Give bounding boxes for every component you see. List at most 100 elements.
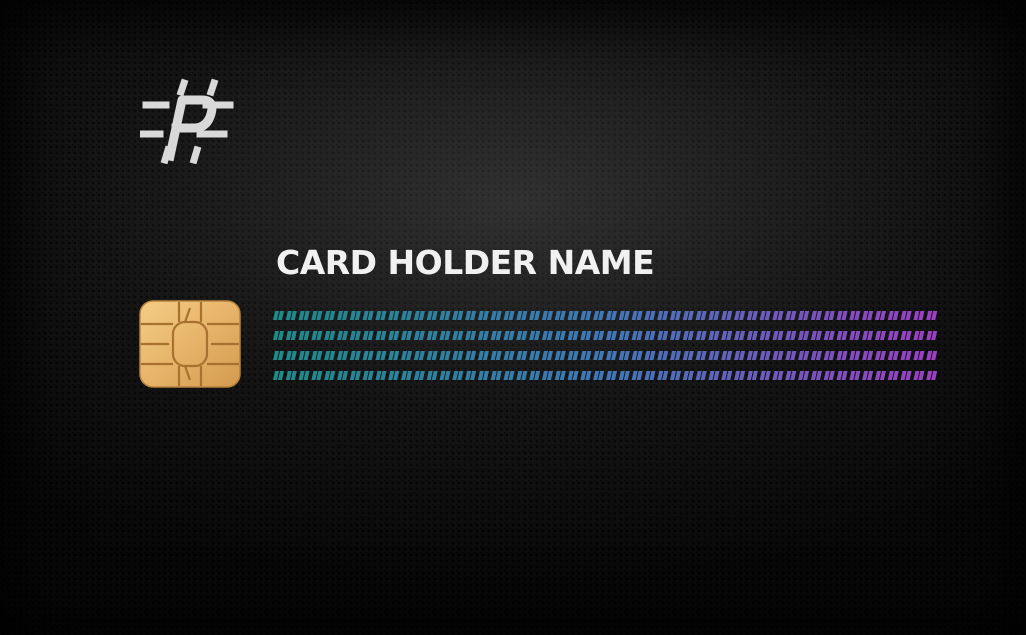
pattern-dot — [772, 351, 784, 360]
pattern-dot — [490, 371, 502, 380]
pattern-dot — [849, 331, 861, 340]
pattern-dot — [631, 371, 643, 380]
pattern-dot — [349, 311, 361, 320]
pattern-dot — [836, 371, 848, 380]
pattern-dot — [657, 331, 669, 340]
pattern-dot — [708, 351, 720, 360]
pattern-dot — [311, 351, 323, 360]
pattern-dot — [823, 351, 835, 360]
pattern-dot — [708, 371, 720, 380]
pattern-dot — [580, 311, 592, 320]
pattern-dot — [734, 351, 746, 360]
pattern-dot — [631, 331, 643, 340]
pattern-dot — [452, 351, 464, 360]
pattern-dot — [567, 311, 579, 320]
pattern-dot — [810, 331, 822, 340]
pattern-dot — [862, 371, 874, 380]
pattern-dot — [721, 331, 733, 340]
pattern-dot — [606, 351, 617, 360]
pattern-dot — [721, 371, 733, 380]
pattern-dot — [324, 331, 336, 340]
pattern-dot — [349, 331, 361, 340]
pattern-dot — [541, 311, 553, 320]
pattern-dot — [849, 351, 861, 360]
emv-chip-icon — [139, 300, 241, 388]
pattern-dot — [606, 311, 617, 320]
pattern-dot — [401, 351, 413, 360]
pattern-dot — [836, 311, 848, 320]
pattern-dot — [580, 351, 592, 360]
pattern-dot — [554, 331, 566, 340]
pattern-dot — [785, 371, 797, 380]
pattern-dot — [810, 351, 822, 360]
pattern-dot — [439, 351, 451, 360]
pattern-dot — [798, 311, 810, 320]
pattern-dot — [285, 311, 297, 320]
pattern-dot — [593, 371, 605, 380]
pattern-dot — [708, 331, 720, 340]
pattern-dot — [862, 331, 874, 340]
pattern-dot — [362, 311, 374, 320]
pattern-dot — [388, 351, 400, 360]
pattern-dot — [734, 371, 746, 380]
pattern-dot — [541, 351, 553, 360]
pattern-dot — [810, 311, 822, 320]
pattern-dot — [849, 311, 861, 320]
pattern-dot — [644, 371, 656, 380]
pattern-dot — [490, 311, 502, 320]
credit-card: CARD HOLDER NAME — [0, 0, 1026, 635]
pattern-dot — [695, 311, 707, 320]
pattern-dot — [926, 351, 938, 360]
pattern-dot — [452, 331, 464, 340]
pattern-dot — [311, 311, 323, 320]
pattern-dot — [529, 351, 541, 360]
pattern-dot — [913, 371, 925, 380]
pattern-dot — [529, 371, 541, 380]
pattern-dot — [413, 371, 425, 380]
pattern-dot — [362, 331, 374, 340]
pattern-dot — [426, 331, 438, 340]
pattern-dot — [593, 351, 605, 360]
pattern-dot — [554, 371, 566, 380]
pattern-dot — [631, 351, 643, 360]
pattern-dot — [503, 331, 515, 340]
pattern-dot — [349, 371, 361, 380]
pattern-dot — [413, 311, 425, 320]
pattern-dot — [785, 311, 797, 320]
pattern-dot — [618, 331, 630, 340]
pattern-dot — [746, 371, 758, 380]
pattern-dot — [311, 331, 323, 340]
pattern-dot — [887, 311, 899, 320]
pattern-dot — [823, 311, 835, 320]
pattern-dot — [682, 351, 694, 360]
pattern-dot — [682, 371, 694, 380]
pattern-dot — [452, 311, 464, 320]
pattern-dot — [862, 311, 874, 320]
pattern-dot — [324, 311, 336, 320]
pattern-dot — [670, 351, 682, 360]
pattern-dot — [426, 311, 438, 320]
pattern-dot — [490, 331, 502, 340]
pattern-dot — [337, 351, 349, 360]
pattern-dot — [926, 331, 938, 340]
pattern-dot — [465, 371, 477, 380]
pattern-dot — [503, 311, 515, 320]
pattern-dot — [670, 331, 682, 340]
pattern-dot — [785, 351, 797, 360]
pattern-dot — [529, 331, 541, 340]
pattern-dot — [606, 371, 617, 380]
card-holder-name: CARD HOLDER NAME — [276, 243, 655, 282]
pattern-dot — [823, 331, 835, 340]
pattern-dot — [503, 371, 515, 380]
pattern-dot — [746, 331, 758, 340]
pattern-dot — [375, 351, 387, 360]
pattern-dot — [439, 311, 451, 320]
pattern-dot — [900, 351, 912, 360]
pattern-dot — [657, 371, 669, 380]
pattern-dot — [746, 311, 758, 320]
pattern-dot — [541, 371, 553, 380]
pattern-dot — [785, 331, 797, 340]
pattern-dot — [874, 351, 886, 360]
pattern-dot — [849, 371, 861, 380]
pattern-dot — [682, 331, 694, 340]
